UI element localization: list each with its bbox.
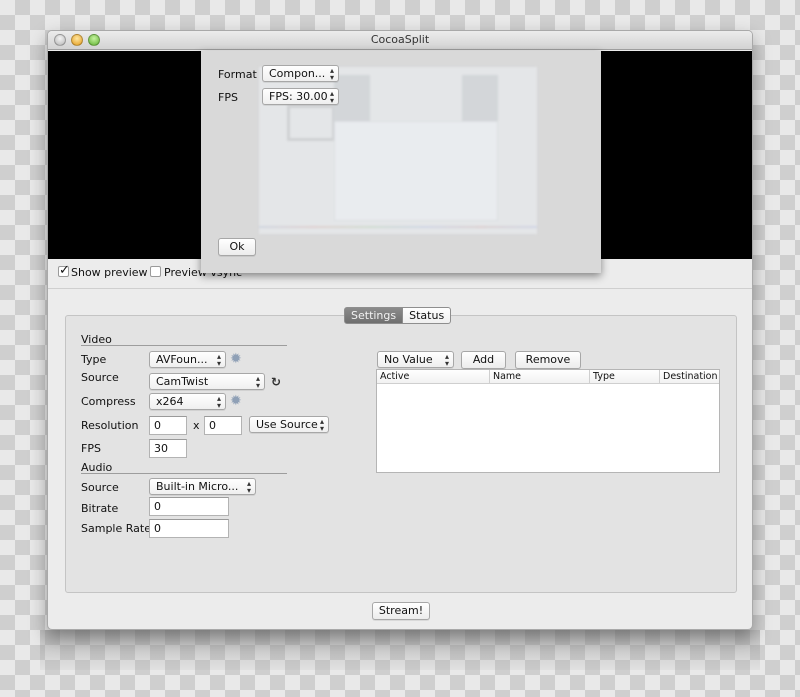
fps-value: FPS: 30.00 [269,90,328,103]
popup-arrows-icon: ▴ ▾ [255,374,260,390]
popup-arrows-icon: ▴ ▾ [444,352,449,368]
resolution-label: Resolution [81,419,139,432]
resolution-times-label: x [193,419,200,432]
window-shadow [40,630,760,670]
video-type-label: Type [81,353,107,366]
popup-arrows-icon: ▴ ▾ [329,66,334,82]
output-type-popup[interactable]: No Value ▴ ▾ [377,351,454,368]
audio-source-popup[interactable]: Built-in Micro... ▴ ▾ [149,478,256,495]
column-header-name[interactable]: Name [489,370,589,384]
video-source-popup[interactable]: CamTwist ▴ ▾ [149,373,265,390]
tab-settings[interactable]: Settings [344,307,404,324]
app-window: CocoaSplit ✓ Show preview Preview vsync … [47,30,753,630]
sample-rate-label: Sample Rate [81,522,151,535]
capture-format-sheet: Format Compon... ▴ ▾ FPS FPS: 30.00 ▴ ▾ Ok [201,51,601,273]
resolution-mode-popup[interactable]: Use Source ▴ ▾ [249,416,329,433]
audio-section-divider [81,473,287,474]
title-bar[interactable]: CocoaSplit [48,31,752,50]
video-type-popup[interactable]: AVFoun... ▴ ▾ [149,351,226,368]
refresh-sources-icon[interactable]: ↻ [271,376,281,388]
window-title: CocoaSplit [370,33,430,46]
popup-arrows-icon: ▴ ▾ [319,417,324,433]
video-source-label: Source [81,371,119,384]
format-label: Format [218,68,257,81]
video-type-value: AVFoun... [156,353,208,366]
compress-gear-icon[interactable]: ✹ [230,394,244,408]
stream-button[interactable]: Stream! [372,602,430,620]
column-header-destination[interactable]: Destination [659,370,721,384]
resolution-mode-value: Use Source [256,418,318,431]
bitrate-field[interactable]: 0 [149,497,229,516]
popup-arrows-icon: ▴ ▾ [216,394,221,410]
popup-arrows-icon: ▴ ▾ [246,479,251,495]
add-output-button[interactable]: Add [461,351,506,369]
fps-label: FPS [218,91,238,104]
popup-arrows-icon: ▴ ▾ [216,352,221,368]
column-header-active[interactable]: Active [377,370,489,384]
video-fps-field[interactable]: 30 [149,439,187,458]
compress-label: Compress [81,395,136,408]
audio-source-value: Built-in Micro... [156,480,239,493]
column-header-type[interactable]: Type [589,370,659,384]
show-preview-label: Show preview [71,266,148,279]
popup-arrows-icon: ▴ ▾ [329,89,334,105]
preview-vsync-checkbox[interactable] [150,266,161,277]
tab-status[interactable]: Status [403,307,452,324]
ok-button[interactable]: Ok [218,238,256,256]
fps-popup[interactable]: FPS: 30.00 ▴ ▾ [262,88,339,105]
bitrate-label: Bitrate [81,502,119,515]
audio-source-label: Source [81,481,119,494]
outputs-table-header: Active Name Type Destination [377,370,719,384]
format-popup[interactable]: Compon... ▴ ▾ [262,65,339,82]
resolution-width-field[interactable]: 0 [149,416,187,435]
outputs-table[interactable]: Active Name Type Destination [376,369,720,473]
video-section-divider [81,345,287,346]
tab-bar: Settings Status [344,307,452,324]
check-icon: ✓ [59,263,70,278]
output-type-value: No Value [384,353,433,366]
compress-value: x264 [156,395,184,408]
video-type-gear-icon[interactable]: ✹ [230,352,244,366]
video-fps-label: FPS [81,442,101,455]
compress-popup[interactable]: x264 ▴ ▾ [149,393,226,410]
format-value: Compon... [269,67,326,80]
show-preview-checkbox[interactable]: ✓ [58,263,70,278]
sample-rate-field[interactable]: 0 [149,519,229,538]
resolution-height-field[interactable]: 0 [204,416,242,435]
remove-output-button[interactable]: Remove [515,351,581,369]
video-source-value: CamTwist [156,375,209,388]
